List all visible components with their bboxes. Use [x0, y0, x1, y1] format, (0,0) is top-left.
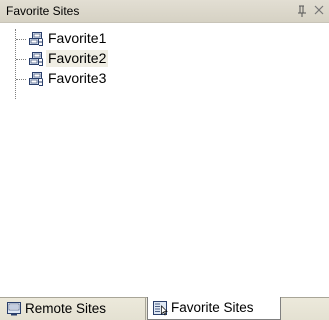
tree-item-favorite2[interactable]: Favorite2: [0, 49, 329, 69]
server-group-icon: [28, 71, 44, 87]
tab-label: Favorite Sites: [171, 300, 254, 315]
tab-label: Remote Sites: [25, 301, 107, 316]
server-group-icon: [28, 31, 44, 47]
server-group-icon: [28, 51, 44, 67]
tab-remote-sites[interactable]: Remote Sites: [2, 298, 146, 320]
tree-item-favorite1[interactable]: Favorite1: [0, 29, 329, 49]
panel-titlebar: Favorite Sites: [0, 0, 329, 23]
tree-item-label: Favorite1: [48, 30, 107, 46]
favorites-tree: Favorite1 Favorite2 Favorite3: [0, 29, 329, 99]
tree-item-label: Favorite3: [48, 70, 107, 86]
favorite-sites-panel: Favorite Sites Favorite1 Favorite2 Favor…: [0, 0, 329, 320]
tree-branch-line: [16, 79, 26, 80]
pin-icon[interactable]: [297, 3, 309, 19]
tree-branch-line: [16, 59, 26, 60]
close-icon[interactable]: [312, 2, 326, 18]
panel-title: Favorite Sites: [6, 4, 80, 18]
favorite-sites-icon: [152, 300, 168, 316]
remote-sites-icon: [6, 301, 22, 317]
tab-favorite-sites[interactable]: Favorite Sites: [147, 297, 281, 320]
panel-tab-bar: Remote Sites Favorite Sites: [0, 297, 329, 320]
tree-branch-line: [16, 39, 26, 40]
tree-item-label: Favorite2: [46, 50, 109, 67]
tree-item-favorite3[interactable]: Favorite3: [0, 69, 329, 89]
